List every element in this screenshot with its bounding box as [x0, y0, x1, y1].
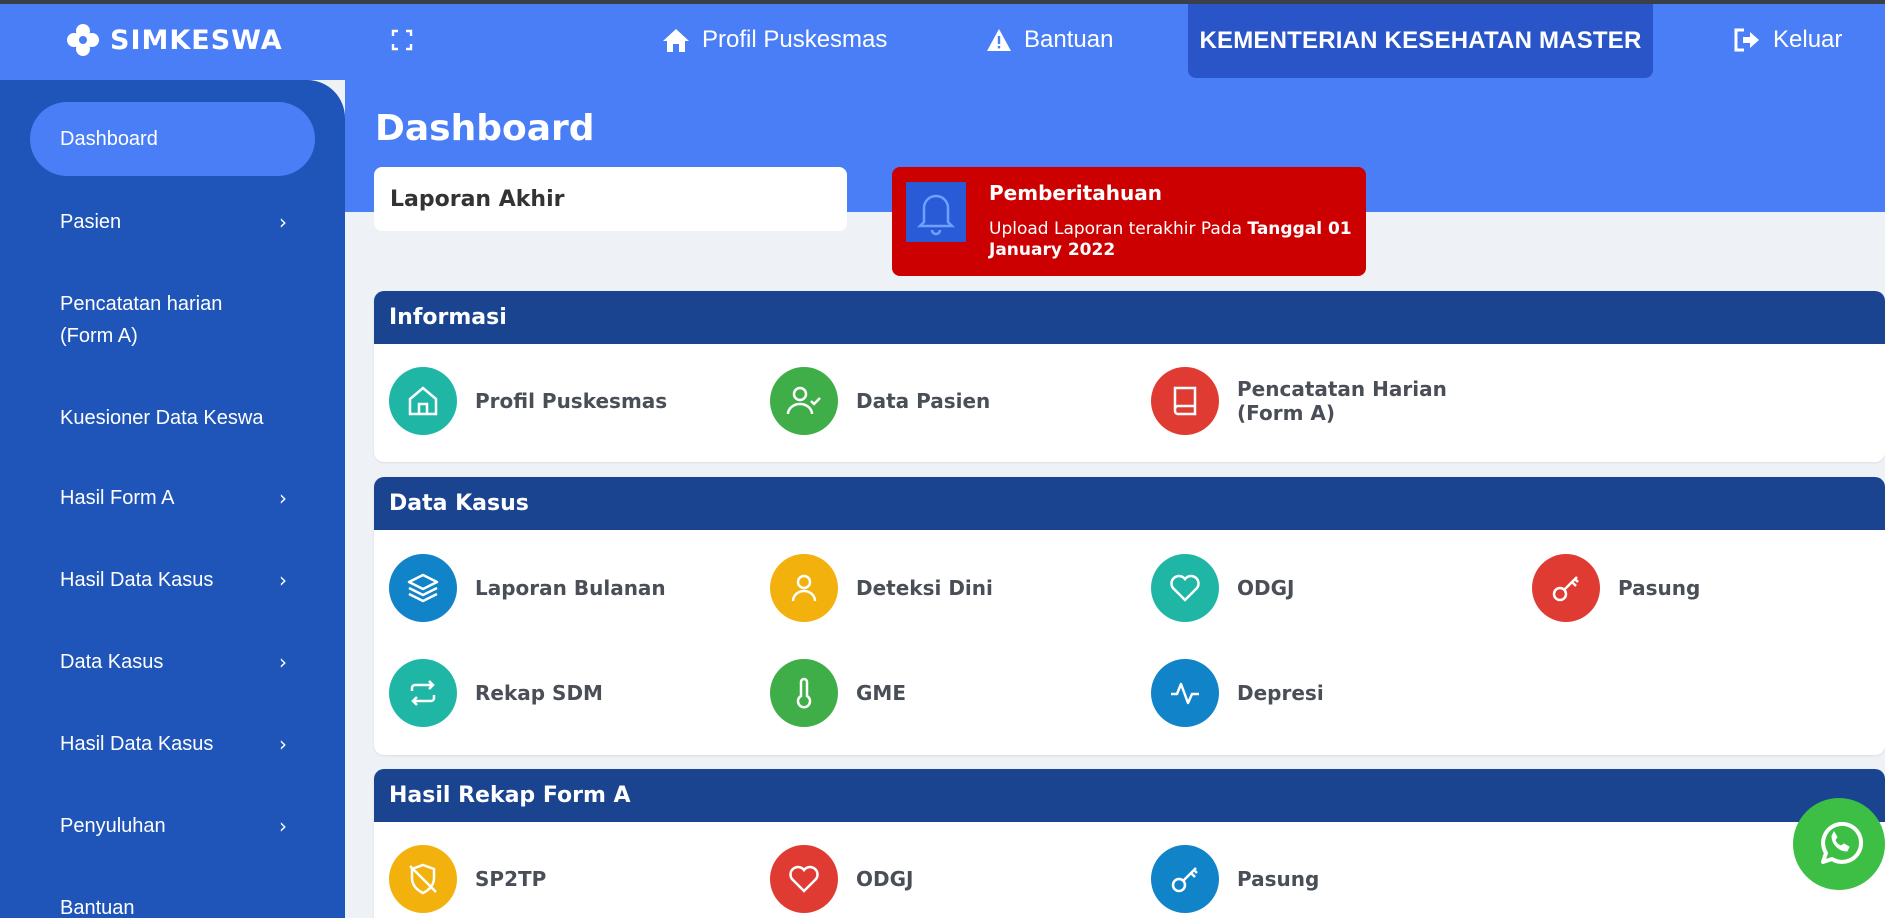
chevron-right-icon: › — [279, 814, 287, 838]
warning-icon — [987, 29, 1011, 51]
tile-profil-puskesmas[interactable]: Profil Puskesmas — [389, 367, 667, 435]
user-icon — [770, 554, 838, 622]
tile-label: Pencatatan Harian (Form A) — [1237, 377, 1447, 425]
sidebar-item-data-kasus[interactable]: Data Kasus › — [30, 646, 315, 678]
sidebar-item-hasil-data-kasus[interactable]: Hasil Data Kasus › — [30, 564, 315, 596]
sidebar-item-label: Hasil Data Kasus — [60, 569, 214, 591]
home-icon — [663, 29, 689, 52]
tile-label: Pasung — [1618, 576, 1701, 600]
sidebar-item-label: Data Kasus — [60, 651, 164, 673]
tile-label: Laporan Bulanan — [475, 576, 666, 600]
window-top-border — [0, 0, 1885, 4]
sidebar-item-label: Dashboard — [60, 128, 158, 150]
section-title: Data Kasus — [374, 477, 1885, 530]
sidebar-item-hasil-data-kasus-2[interactable]: Hasil Data Kasus › — [30, 728, 315, 760]
sidebar-item-pasien[interactable]: Pasien › — [30, 206, 315, 238]
repeat-icon — [389, 659, 457, 727]
logout-label: Keluar — [1773, 26, 1843, 53]
tile-label: ODGJ — [856, 867, 914, 891]
tile-label: Deteksi Dini — [856, 576, 993, 600]
tile-sp2tp[interactable]: SP2TP — [389, 845, 546, 913]
nav-profil-puskesmas[interactable]: Profil Puskesmas — [662, 18, 887, 62]
sidebar-item-label: Bantuan — [60, 897, 135, 918]
notification-title: Pemberitahuan — [989, 181, 1162, 205]
nav-bantuan-label: Bantuan — [1024, 26, 1114, 53]
sidebar: Dashboard Pasien › Pencatatan harian (Fo… — [0, 80, 345, 918]
notification-text: Upload Laporan terakhir Pada Tanggal 01 … — [989, 219, 1352, 260]
logout-button[interactable]: Keluar — [1733, 18, 1842, 62]
tile-odgj[interactable]: ODGJ — [1151, 554, 1294, 622]
sidebar-item-pencatatan-harian[interactable]: Pencatatan harian (Form A) — [30, 288, 270, 352]
tile-label: Pasung — [1237, 867, 1320, 891]
book-icon — [1151, 367, 1219, 435]
sidebar-item-hasil-form-a[interactable]: Hasil Form A › — [30, 482, 315, 514]
tile-label: Depresi — [1237, 681, 1324, 705]
sidebar-item-bantuan[interactable]: Bantuan — [30, 892, 315, 918]
activity-icon — [1151, 659, 1219, 727]
sidebar-item-penyuluhan[interactable]: Penyuluhan › — [30, 810, 315, 842]
tile-label: ODGJ — [1237, 576, 1295, 600]
heart-icon — [1151, 554, 1219, 622]
chevron-right-icon: › — [279, 568, 287, 592]
section-title: Hasil Rekap Form A — [374, 769, 1885, 822]
sidebar-item-label: Hasil Form A — [60, 487, 175, 509]
page-title: Dashboard — [375, 108, 595, 149]
tile-deteksi-dini[interactable]: Deteksi Dini — [770, 554, 993, 622]
chevron-right-icon: › — [279, 486, 287, 510]
tile-label: Rekap SDM — [475, 681, 603, 705]
sidebar-item-label: Hasil Data Kasus — [60, 733, 214, 755]
sidebar-item-dashboard[interactable]: Dashboard — [30, 102, 315, 176]
tile-odgj-rekap[interactable]: ODGJ — [770, 845, 913, 913]
organization-badge: KEMENTERIAN KESEHATAN MASTER — [1188, 4, 1653, 78]
sidebar-item-label: Penyuluhan — [60, 815, 166, 837]
report-status-box: Laporan Akhir — [374, 167, 847, 231]
tile-pasung[interactable]: Pasung — [1532, 554, 1700, 622]
chevron-right-icon: › — [279, 210, 287, 234]
tile-depresi[interactable]: Depresi — [1151, 659, 1324, 727]
thermometer-icon — [770, 659, 838, 727]
fullscreen-icon[interactable] — [390, 28, 414, 52]
whatsapp-icon[interactable] — [1793, 798, 1885, 890]
tile-data-pasien[interactable]: Data Pasien — [770, 367, 990, 435]
user-check-icon — [770, 367, 838, 435]
shield-off-icon — [389, 845, 457, 913]
heart-icon — [770, 845, 838, 913]
home-icon — [389, 367, 457, 435]
notification-panel: Pemberitahuan Upload Laporan terakhir Pa… — [892, 167, 1366, 276]
nav-bantuan[interactable]: Bantuan — [986, 18, 1113, 62]
sidebar-item-label: Kuesioner Data Keswa — [60, 407, 264, 429]
tile-pencatatan-harian[interactable]: Pencatatan Harian (Form A) — [1151, 367, 1451, 435]
tile-gme[interactable]: GME — [770, 659, 906, 727]
sidebar-item-label: Pencatatan harian (Form A) — [60, 293, 223, 347]
tile-label: Data Pasien — [856, 389, 991, 413]
logout-icon — [1734, 28, 1759, 52]
section-data-kasus: Data Kasus Laporan Bulanan Deteksi Dini … — [374, 477, 1885, 755]
brand-icon — [67, 24, 99, 56]
key-icon — [1151, 845, 1219, 913]
tile-label: SP2TP — [475, 867, 547, 891]
section-title: Informasi — [374, 291, 1885, 344]
tile-rekap-sdm[interactable]: Rekap SDM — [389, 659, 603, 727]
brand-name: SIMKESWA — [110, 24, 283, 56]
tile-pasung-rekap[interactable]: Pasung — [1151, 845, 1319, 913]
brand-logo[interactable]: SIMKESWA — [64, 20, 283, 60]
key-icon — [1532, 554, 1600, 622]
chevron-right-icon: › — [279, 732, 287, 756]
sidebar-item-label: Pasien — [60, 211, 122, 233]
layers-icon — [389, 554, 457, 622]
tile-label: GME — [856, 681, 906, 705]
section-hasil-rekap-form-a: Hasil Rekap Form A SP2TP ODGJ Pasung — [374, 769, 1885, 918]
section-informasi: Informasi Profil Puskesmas Data Pasien P… — [374, 291, 1885, 462]
chevron-right-icon: › — [279, 650, 287, 674]
tile-label: Profil Puskesmas — [475, 389, 668, 413]
sidebar-item-kuesioner[interactable]: Kuesioner Data Keswa — [30, 402, 315, 434]
nav-profil-label: Profil Puskesmas — [702, 26, 888, 53]
bell-icon — [906, 182, 966, 242]
tile-laporan-bulanan[interactable]: Laporan Bulanan — [389, 554, 666, 622]
